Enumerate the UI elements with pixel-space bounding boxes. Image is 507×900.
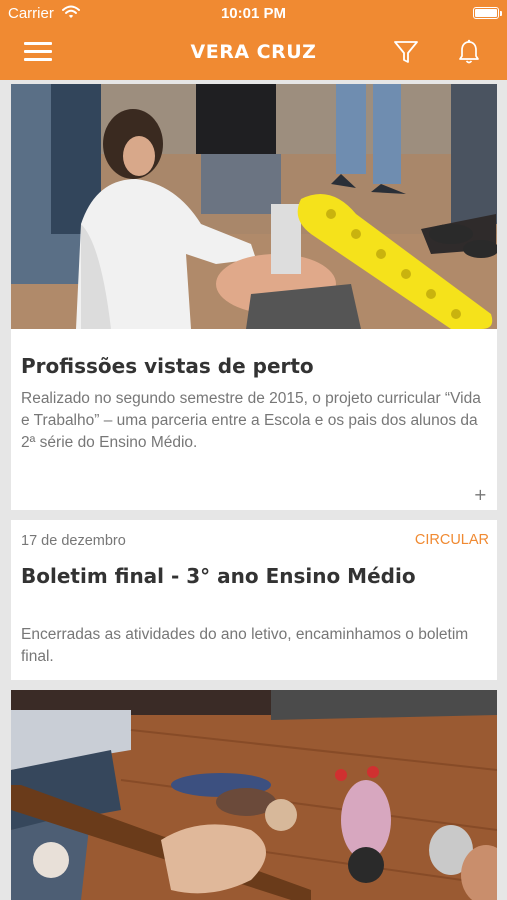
bell-icon: [459, 39, 479, 64]
filter-icon: [394, 41, 418, 63]
status-bar: Carrier 10:01 PM: [0, 0, 507, 28]
category-link[interactable]: CIRCULAR: [415, 532, 489, 548]
filter-button[interactable]: [392, 38, 420, 66]
expand-icon[interactable]: +: [474, 485, 487, 504]
news-card[interactable]: [11, 690, 497, 900]
first-aid-training-photo: [11, 84, 497, 329]
app-title: VERA CRUZ: [190, 41, 317, 63]
card-description: Encerradas as atividades do ano letivo, …: [21, 626, 469, 665]
battery-icon: [473, 7, 502, 19]
status-time: 10:01 PM: [220, 5, 287, 22]
card-title: Boletim final - 3° ano Ensino Médio: [21, 564, 416, 588]
navigation-bar: VERA CRUZ: [0, 28, 507, 80]
notifications-button[interactable]: [456, 38, 482, 66]
news-card[interactable]: 17 de dezembro CIRCULAR Boletim final - …: [11, 520, 497, 680]
news-card[interactable]: Profissões vistas de perto Realizado no …: [11, 84, 497, 510]
top-bar: Carrier 10:01 PM VERA CRUZ: [0, 0, 507, 80]
card-title: Profissões vistas de perto: [21, 354, 314, 378]
card-description: Realizado no segundo semestre de 2015, o…: [21, 390, 481, 451]
children-activity-photo: [11, 690, 497, 900]
card-date: 17 de dezembro: [21, 533, 126, 549]
